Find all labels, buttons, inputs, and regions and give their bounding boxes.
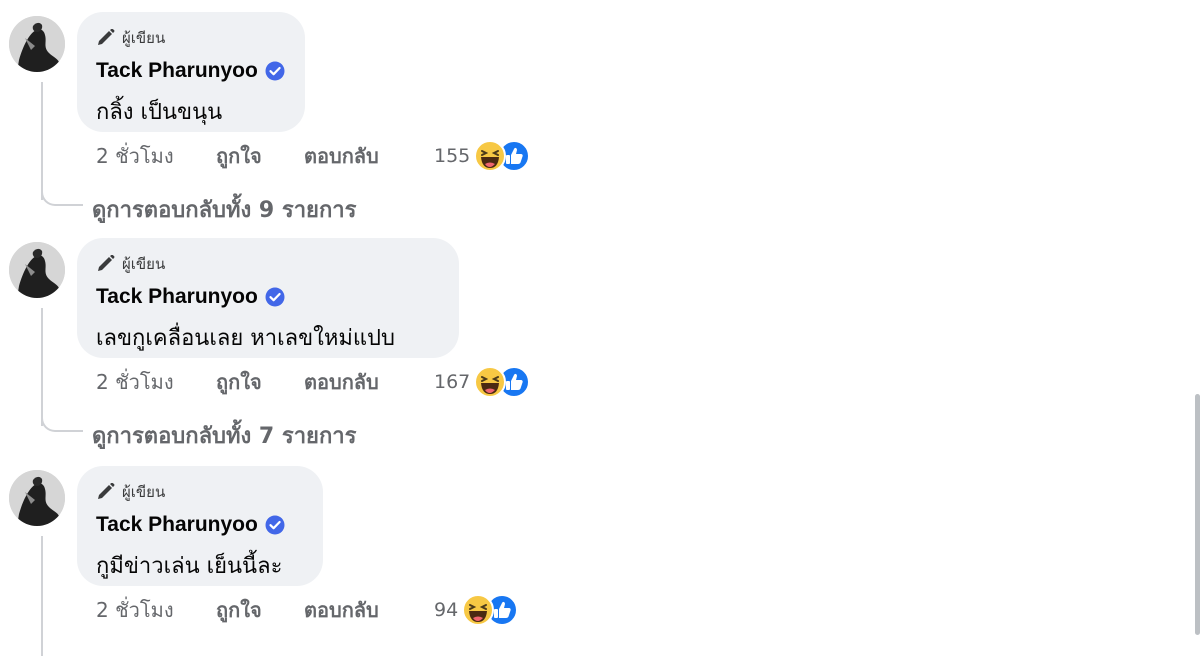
comment-actions: 2 ชั่วโมง ถูกใจ ตอบกลับ 167 bbox=[96, 366, 531, 398]
author-badge: ผู้เขียน bbox=[96, 252, 439, 276]
author-badge: ผู้เขียน bbox=[96, 26, 285, 50]
avatar[interactable] bbox=[9, 470, 65, 526]
like-button[interactable]: ถูกใจ bbox=[216, 140, 304, 172]
reply-button[interactable]: ตอบกลับ bbox=[304, 366, 434, 398]
comment-text: กูมีข่าวเล่น เย็นนี้ละ bbox=[96, 554, 283, 579]
pencil-icon bbox=[96, 482, 116, 501]
comment-actions: 2 ชั่วโมง ถูกใจ ตอบกลับ 155 bbox=[96, 140, 531, 172]
author-badge-label: ผู้เขียน bbox=[122, 29, 166, 47]
timestamp-link[interactable]: 2 ชั่วโมง bbox=[96, 594, 216, 626]
verified-badge-icon bbox=[265, 287, 285, 307]
thread-line bbox=[41, 536, 43, 656]
scrollbar[interactable] bbox=[1195, 394, 1200, 635]
pencil-icon bbox=[96, 254, 116, 273]
haha-reaction-icon bbox=[474, 140, 507, 172]
avatar[interactable] bbox=[9, 16, 65, 72]
reaction-count: 155 bbox=[434, 145, 471, 167]
reaction-count: 94 bbox=[434, 599, 459, 621]
comment-bubble: ผู้เขียน Tack Pharunyoo กลิ้ง เป็นขนุน bbox=[77, 12, 305, 132]
avatar[interactable] bbox=[9, 242, 65, 298]
reply-button[interactable]: ตอบกลับ bbox=[304, 594, 434, 626]
like-button[interactable]: ถูกใจ bbox=[216, 366, 304, 398]
haha-reaction-icon bbox=[462, 594, 495, 626]
view-replies-link[interactable]: ดูการตอบกลับทั้ง 7 รายการ bbox=[92, 418, 356, 453]
author-name[interactable]: Tack Pharunyoo bbox=[96, 513, 258, 537]
author-name[interactable]: Tack Pharunyoo bbox=[96, 59, 258, 83]
pencil-icon bbox=[96, 28, 116, 47]
reaction-summary[interactable]: 94 bbox=[434, 594, 519, 626]
comment-actions: 2 ชั่วโมง ถูกใจ ตอบกลับ 94 bbox=[96, 594, 519, 626]
comment-text: เลขกูเคลื่อนเลย หาเลขใหม่แปบ bbox=[96, 326, 395, 351]
comment-bubble: ผู้เขียน Tack Pharunyoo กูมีข่าวเล่น เย็… bbox=[77, 466, 323, 586]
author-name[interactable]: Tack Pharunyoo bbox=[96, 285, 258, 309]
reaction-summary[interactable]: 167 bbox=[434, 366, 531, 398]
verified-badge-icon bbox=[265, 61, 285, 81]
author-badge-label: ผู้เขียน bbox=[122, 255, 166, 273]
thread-connector bbox=[41, 178, 83, 206]
reply-button[interactable]: ตอบกลับ bbox=[304, 140, 434, 172]
view-replies-link[interactable]: ดูการตอบกลับทั้ง 9 รายการ bbox=[92, 192, 356, 227]
author-badge: ผู้เขียน bbox=[96, 480, 303, 504]
reaction-summary[interactable]: 155 bbox=[434, 140, 531, 172]
timestamp-link[interactable]: 2 ชั่วโมง bbox=[96, 366, 216, 398]
comment-bubble: ผู้เขียน Tack Pharunyoo เลขกูเคลื่อนเลย … bbox=[77, 238, 459, 358]
comment-text: กลิ้ง เป็นขนุน bbox=[96, 100, 223, 125]
like-button[interactable]: ถูกใจ bbox=[216, 594, 304, 626]
reaction-count: 167 bbox=[434, 371, 471, 393]
author-badge-label: ผู้เขียน bbox=[122, 483, 166, 501]
haha-reaction-icon bbox=[474, 366, 507, 398]
verified-badge-icon bbox=[265, 515, 285, 535]
thread-connector bbox=[41, 404, 83, 432]
timestamp-link[interactable]: 2 ชั่วโมง bbox=[96, 140, 216, 172]
